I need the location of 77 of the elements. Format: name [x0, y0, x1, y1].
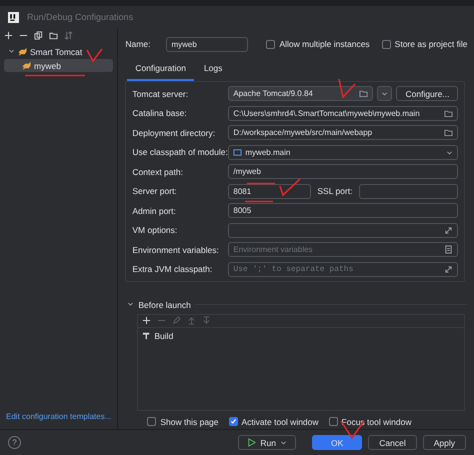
move-down-icon[interactable] — [202, 316, 212, 325]
dialog-button[interactable]: Apply — [422, 435, 466, 450]
server-select[interactable]: Apache Tomcat/9.0.84 — [228, 86, 374, 101]
field-label: Environment variables: — [132, 244, 220, 254]
tab[interactable]: Logs — [196, 58, 230, 81]
sort-icon[interactable] — [64, 31, 73, 40]
text-field[interactable] — [228, 222, 458, 238]
checkbox-label: Activate tool window — [242, 416, 319, 426]
module-select[interactable]: myweb.main — [228, 144, 458, 160]
caret-icon — [381, 90, 388, 97]
checkbox-label: Allow multiple instances — [279, 39, 370, 49]
tree-item[interactable]: myweb — [4, 59, 114, 72]
name-label: Name: — [125, 39, 150, 49]
run-button[interactable]: Run — [238, 435, 296, 450]
copy-icon[interactable] — [34, 31, 43, 40]
checkbox[interactable] — [228, 417, 238, 426]
check-mark-annotation — [340, 420, 366, 440]
underline-annotation — [244, 200, 274, 203]
field-label: Server port: — [132, 186, 178, 196]
field-label: Deployment directory: — [132, 128, 216, 138]
path-field[interactable]: D:/workspace/myweb/src/main/webapp — [228, 125, 458, 140]
field-label: Tomcat server: — [132, 88, 190, 98]
underline-annotation — [24, 74, 86, 77]
text-field[interactable]: /myweb — [228, 164, 458, 179]
check-mark-annotation — [279, 178, 301, 196]
checkbox-label: Show this page — [160, 416, 219, 426]
ssl-port-field[interactable] — [358, 184, 458, 198]
help-button[interactable]: ? — [8, 436, 21, 449]
checkbox[interactable] — [382, 40, 391, 48]
path-field[interactable]: C:\Users\smhrd4\.SmartTomcat\myweb\myweb.main — [228, 106, 458, 120]
app-icon — [8, 12, 19, 22]
folder-icon[interactable] — [49, 31, 58, 40]
field-label: Admin port: — [132, 206, 177, 216]
tab[interactable]: Configuration — [127, 58, 194, 81]
expand-icon — [444, 264, 454, 274]
folder-icon — [359, 89, 368, 98]
hammer-icon — [142, 331, 152, 340]
tomcat-icon — [22, 61, 31, 70]
field-label: Catalina base: — [132, 108, 188, 118]
checkbox[interactable] — [328, 417, 338, 426]
field-label: Extra JVM classpath: — [132, 264, 214, 274]
field-label: Use classpath of module: — [132, 147, 228, 157]
chevron-icon[interactable] — [127, 301, 134, 308]
check-mark-annotation — [86, 48, 104, 62]
checkbox[interactable] — [147, 417, 156, 426]
field-label: Context path: — [132, 166, 184, 176]
section-title: Before launch — [138, 300, 191, 310]
port-field[interactable]: 8081 — [228, 184, 312, 198]
move-up-icon[interactable] — [187, 316, 196, 325]
tomcat-icon — [18, 47, 27, 56]
caret-icon — [446, 148, 454, 156]
add-icon[interactable] — [4, 31, 13, 40]
dropdown-button[interactable] — [377, 86, 392, 101]
folder-icon — [444, 108, 454, 118]
expand-icon — [444, 226, 454, 234]
caret-icon — [280, 439, 287, 446]
name-field[interactable]: myweb — [166, 36, 248, 52]
play-icon — [247, 438, 256, 447]
check-mark-annotation — [338, 78, 356, 98]
add-icon[interactable] — [142, 316, 152, 325]
field-label: VM options: — [132, 225, 178, 235]
tree-item[interactable]: Smart Tomcat — [4, 45, 114, 58]
checkbox-label: Store as project file — [394, 39, 468, 49]
chevron-icon — [8, 48, 15, 55]
checkbox[interactable] — [266, 40, 276, 48]
templates-link[interactable]: Edit configuration templates... — [0, 412, 118, 429]
configure-button[interactable]: Configure... — [396, 86, 458, 101]
pencil-icon[interactable] — [172, 316, 182, 325]
module-icon — [233, 148, 242, 156]
dialog-button[interactable]: Cancel — [368, 435, 417, 450]
window-title: Run/Debug Configurations — [27, 12, 134, 22]
task-item[interactable]: Build — [138, 328, 464, 344]
underline-annotation — [246, 182, 276, 185]
field-label: SSL port: — [317, 186, 353, 196]
document-icon — [444, 245, 454, 254]
folder-icon — [444, 128, 454, 137]
text-field[interactable]: 8005 — [228, 203, 458, 218]
